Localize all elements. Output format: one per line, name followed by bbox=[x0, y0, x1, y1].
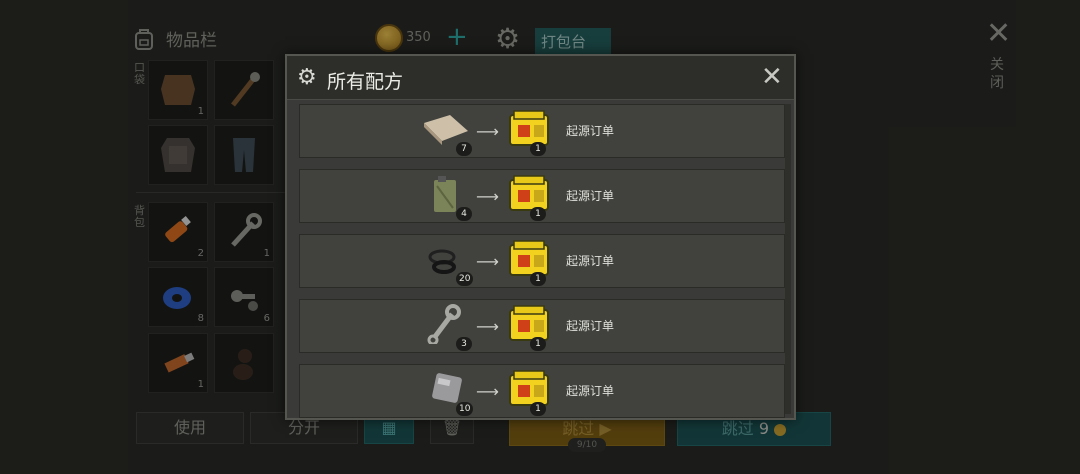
inventory-slot-tape[interactable]: 8 bbox=[148, 267, 208, 327]
inventory-slot-glue[interactable]: 2 bbox=[148, 202, 208, 262]
coin-icon bbox=[375, 24, 403, 52]
divider bbox=[136, 192, 286, 193]
dialog-header: ⚙ 所有配方 ✕ bbox=[287, 56, 794, 100]
inventory-header: 物品栏 bbox=[132, 26, 217, 51]
backpack-label: 背包 bbox=[134, 204, 145, 229]
bolts-icon bbox=[231, 290, 258, 311]
recipe-source: 20 bbox=[420, 239, 474, 286]
close-label: 关闭 bbox=[990, 57, 1004, 91]
flash-drive-icon bbox=[164, 352, 195, 373]
coin-small-icon bbox=[774, 423, 787, 436]
inventory-slot-armor[interactable] bbox=[148, 125, 208, 185]
recipe-result-name: 起源订单 bbox=[566, 189, 615, 203]
spiked-club-icon bbox=[231, 72, 260, 107]
leather-hide-icon bbox=[161, 75, 195, 105]
pants-icon bbox=[233, 138, 255, 172]
dialog-title: 所有配方 bbox=[327, 71, 404, 93]
recipes-dialog: ⚙ 所有配方 ✕ 7 ⟶ 1 起源订单 4 ⟶ 1 起源订单 20 ⟶ 1 起源… bbox=[285, 54, 796, 420]
use-button[interactable]: 使用 bbox=[136, 412, 244, 444]
recipe-result: 1 bbox=[508, 239, 552, 286]
trash-icon: 🗑 bbox=[441, 418, 463, 437]
close-inventory-button[interactable]: ✕ bbox=[986, 16, 1011, 51]
grid-icon: ▦ bbox=[381, 418, 397, 437]
recipe-result: 1 bbox=[508, 304, 552, 351]
gears-icon: ⚙ bbox=[297, 65, 317, 90]
recipe-source: 4 bbox=[420, 174, 474, 221]
recipe-row[interactable]: 4 ⟶ 1 起源订单 bbox=[299, 169, 785, 223]
inventory-slot-bolts[interactable]: 6 bbox=[214, 267, 274, 327]
recipe-result: 1 bbox=[508, 369, 552, 416]
inventory-slot-wrench[interactable]: 1 bbox=[214, 202, 274, 262]
recipe-source: 7 bbox=[420, 109, 474, 156]
recipe-result-name: 起源订单 bbox=[566, 254, 615, 268]
inventory-slot-leather[interactable]: 1 bbox=[148, 60, 208, 120]
glue-tube-icon bbox=[165, 216, 191, 243]
recipe-result: 1 bbox=[508, 174, 552, 221]
inventory-slot-club[interactable] bbox=[214, 60, 274, 120]
recipe-result-name: 起源订单 bbox=[566, 384, 615, 398]
recipe-row[interactable]: 10 ⟶ 1 起源订单 bbox=[299, 364, 785, 418]
play-video-icon: ▶ bbox=[599, 419, 612, 438]
backpack-icon bbox=[135, 28, 153, 50]
add-coins-button[interactable]: + bbox=[446, 23, 468, 51]
wrench-icon bbox=[231, 213, 262, 247]
dog-figure-icon bbox=[233, 349, 253, 380]
recipe-result-name: 起源订单 bbox=[566, 319, 615, 333]
coin-balance: 350 bbox=[406, 30, 431, 45]
recipe-row[interactable]: 3 ⟶ 1 起源订单 bbox=[299, 299, 785, 353]
arrow-icon: ⟶ bbox=[476, 252, 499, 271]
arrow-icon: ⟶ bbox=[476, 382, 499, 401]
skip-progress: 9/10 bbox=[568, 438, 606, 452]
crafting-gear-icon[interactable]: ⚙ bbox=[495, 22, 520, 55]
recipe-row[interactable]: 20 ⟶ 1 起源订单 bbox=[299, 234, 785, 288]
inventory-slot-dog[interactable] bbox=[214, 333, 274, 393]
body-armor-icon bbox=[161, 138, 195, 172]
pocket-label: 口袋 bbox=[134, 61, 145, 86]
close-dialog-button[interactable]: ✕ bbox=[761, 62, 783, 92]
inventory-title: 物品栏 bbox=[166, 31, 217, 51]
recipe-result-name: 起源订单 bbox=[566, 124, 615, 138]
inventory-slot-pants[interactable] bbox=[214, 125, 274, 185]
recipe-row[interactable]: 7 ⟶ 1 起源订单 bbox=[299, 104, 785, 158]
recipe-result: 1 bbox=[508, 109, 552, 156]
arrow-icon: ⟶ bbox=[476, 122, 499, 141]
recipe-source: 10 bbox=[420, 369, 474, 416]
inventory-slot-usb[interactable]: 1 bbox=[148, 333, 208, 393]
arrow-icon: ⟶ bbox=[476, 317, 499, 336]
arrow-icon: ⟶ bbox=[476, 187, 499, 206]
recipe-source: 3 bbox=[420, 304, 474, 351]
tab-packing-table[interactable]: 打包台 bbox=[535, 28, 611, 54]
recipes-scrollbar[interactable] bbox=[785, 104, 791, 414]
duct-tape-icon bbox=[163, 287, 191, 309]
